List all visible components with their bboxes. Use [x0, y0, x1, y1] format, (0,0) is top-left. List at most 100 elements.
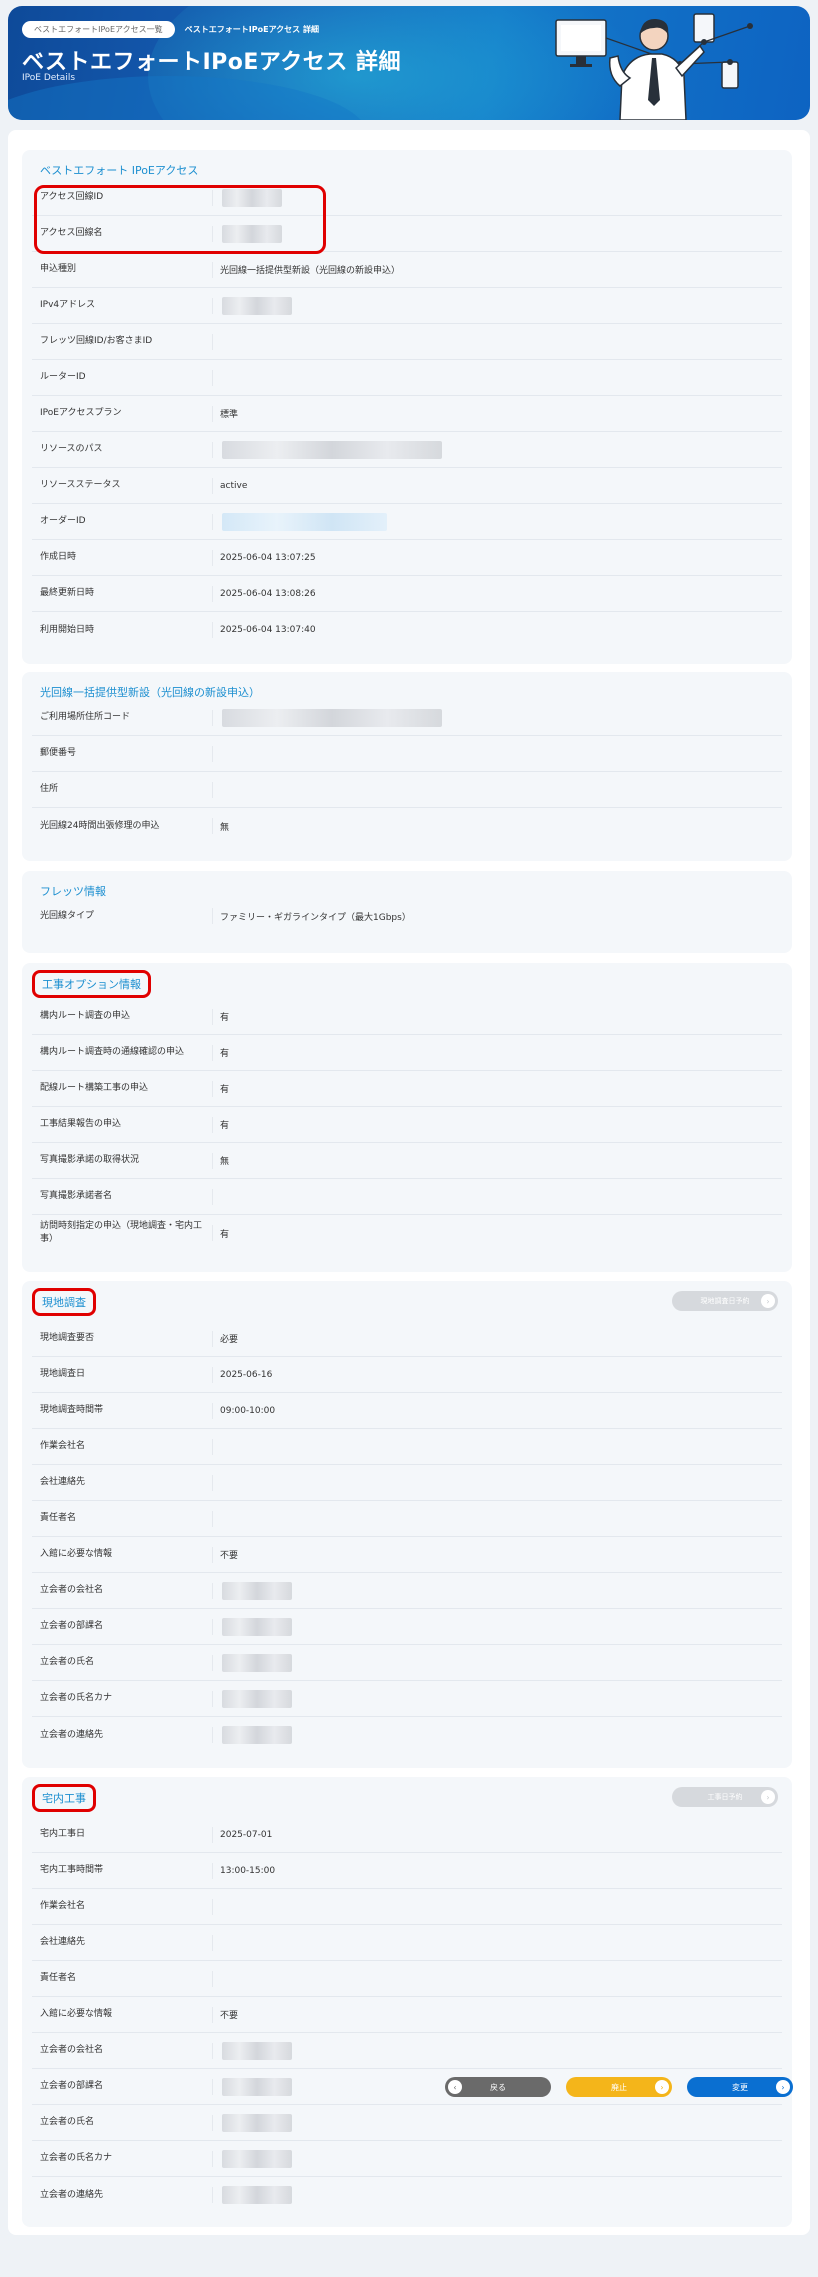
- detail-row: 現地調査要否 必要: [32, 1321, 782, 1357]
- column-divider: [212, 1863, 213, 1879]
- field-value: 有: [220, 1013, 230, 1023]
- detail-row: 立会者の部課名: [32, 1609, 782, 1645]
- button-label: 廃止: [611, 2082, 627, 2092]
- detail-row: 会社連絡先: [32, 1465, 782, 1501]
- detail-row: 立会者の連絡先: [32, 2177, 782, 2213]
- column-divider: [212, 1331, 213, 1347]
- redacted-value: [222, 2186, 292, 2204]
- column-divider: [212, 442, 213, 458]
- field-label: IPoEアクセスプラン: [40, 408, 122, 418]
- back-button[interactable]: ‹ 戻る: [445, 2077, 551, 2097]
- section-construction-options: 工事オプション情報 構内ルート調査の申込有構内ルート調査時の通線確認の申込有配線…: [22, 963, 792, 1272]
- breadcrumb-current: ベストエフォートIPoEアクセス 詳細: [184, 25, 319, 34]
- field-label: 立会者の部課名: [40, 2081, 104, 2091]
- construction-reserve-button[interactable]: 工事日予約 ›: [672, 1787, 778, 1807]
- section-title: 現地調査: [32, 1288, 96, 1316]
- column-divider: [212, 1403, 213, 1419]
- detail-row: 構内ルート調査の申込 有: [32, 999, 782, 1035]
- field-value: 光回線一括提供型新設（光回線の新設申込）: [220, 266, 401, 276]
- redacted-value: [222, 1689, 292, 1708]
- field-value: 不要: [220, 1551, 239, 1561]
- businessman-illustration: [555, 13, 753, 120]
- field-label: 現地調査時間帯: [40, 1405, 104, 1415]
- field-value: 2025-06-16: [220, 1369, 273, 1380]
- detail-row: 宅内工事時間帯 13:00-15:00: [32, 1853, 782, 1889]
- section-title: 光回線一括提供型新設（光回線の新設申込）: [40, 686, 260, 699]
- column-divider: [212, 710, 213, 726]
- detail-row: ルーターID: [32, 360, 782, 396]
- column-divider: [212, 1439, 213, 1455]
- detail-row: ご利用場所住所コード: [32, 700, 782, 736]
- field-value: 有: [220, 1049, 230, 1059]
- detail-row: 責任者名: [32, 1501, 782, 1537]
- detail-row: 利用開始日時 2025-06-04 13:07:40: [32, 612, 782, 648]
- redacted-value: [222, 2041, 292, 2060]
- detail-row: IPv4アドレス: [32, 288, 782, 324]
- detail-row: 光回線タイプ ファミリー・ギガラインタイプ（最大1Gbps）: [32, 898, 782, 934]
- field-label: IPv4アドレス: [40, 300, 96, 310]
- detail-row: 入館に必要な情報 不要: [32, 1537, 782, 1573]
- field-label: 利用開始日時: [40, 624, 95, 635]
- site-survey-reserve-button[interactable]: 現地調査日予約 ›: [672, 1291, 778, 1311]
- column-divider: [212, 1547, 213, 1563]
- column-divider: [212, 2115, 213, 2131]
- cancel-button[interactable]: 廃止 ›: [566, 2077, 672, 2097]
- detail-row: 作業会社名: [32, 1889, 782, 1925]
- arrow-left-icon: ‹: [448, 2080, 462, 2094]
- field-value: 有: [220, 1229, 230, 1240]
- field-label: 立会者の会社名: [40, 2045, 104, 2055]
- field-label: 最終更新日時: [40, 588, 95, 598]
- section-title: ベストエフォート IPoEアクセス: [40, 164, 199, 177]
- field-value: 2025-06-04 13:07:25: [220, 552, 316, 563]
- detail-row: 責任者名: [32, 1961, 782, 1997]
- section-flets-info: フレッツ情報 光回線タイプ ファミリー・ギガラインタイプ（最大1Gbps）: [22, 871, 792, 953]
- field-value: active: [220, 480, 248, 491]
- field-value: 2025-07-01: [220, 1829, 273, 1840]
- change-button[interactable]: 変更 ›: [687, 2077, 793, 2097]
- field-label: 郵便番号: [40, 748, 77, 758]
- column-divider: [212, 782, 213, 798]
- column-divider: [212, 1827, 213, 1843]
- field-label: 作成日時: [40, 552, 77, 562]
- redacted-value: [222, 2149, 292, 2168]
- field-label: 構内ルート調査の申込: [40, 1011, 131, 1021]
- redacted-value: [222, 708, 442, 727]
- field-label: 写真撮影承諾者名: [40, 1191, 113, 1201]
- field-value: 13:00-15:00: [220, 1865, 276, 1876]
- breadcrumb-link-list[interactable]: ベストエフォートIPoEアクセス一覧: [22, 21, 175, 38]
- detail-row: 工事結果報告の申込 有: [32, 1107, 782, 1143]
- detail-row: リソースのパス: [32, 432, 782, 468]
- column-divider: [212, 298, 213, 314]
- page-subtitle: IPoE Details: [22, 73, 76, 83]
- section-title: 工事オプション情報: [32, 970, 151, 998]
- detail-row: 宅内工事日 2025-07-01: [32, 1817, 782, 1853]
- redacted-value: [222, 1726, 292, 1744]
- column-divider: [212, 1117, 213, 1133]
- column-divider: [212, 1619, 213, 1635]
- field-label: リソースステータス: [40, 480, 121, 490]
- column-divider: [212, 2187, 213, 2203]
- field-label: 立会者の氏名: [40, 2117, 95, 2127]
- field-label: ご利用場所住所コード: [40, 712, 131, 722]
- field-label: 入館に必要な情報: [40, 2009, 113, 2019]
- column-divider: [212, 746, 213, 762]
- field-value: 有: [220, 1085, 230, 1095]
- column-divider: [212, 1081, 213, 1097]
- field-label: 宅内工事日: [40, 1829, 86, 1839]
- field-label: 宅内工事時間帯: [40, 1865, 104, 1875]
- detail-row: 立会者の会社名: [32, 2033, 782, 2069]
- column-divider: [212, 1475, 213, 1491]
- field-label: 写真撮影承諾の取得状況: [40, 1155, 140, 1165]
- field-label: ルーターID: [40, 372, 86, 382]
- section-title: 宅内工事: [32, 1784, 96, 1812]
- column-divider: [212, 1971, 213, 1987]
- field-value: 無: [220, 1157, 230, 1167]
- section-home-construction: 宅内工事 工事日予約 › 宅内工事日 2025-07-01 宅内工事時間帯 13:00…: [22, 1777, 792, 2227]
- column-divider: [212, 514, 213, 530]
- column-divider: [212, 1655, 213, 1671]
- section-site-survey: 現地調査 現地調査日予約 › 現地調査要否 必要 現地調査日 2025-06-16 現地…: [22, 1281, 792, 1768]
- detail-row: 写真撮影承諾者名: [32, 1179, 782, 1215]
- column-divider: [212, 1367, 213, 1383]
- detail-row: 写真撮影承諾の取得状況 無: [32, 1143, 782, 1179]
- field-label: 責任者名: [40, 1513, 77, 1523]
